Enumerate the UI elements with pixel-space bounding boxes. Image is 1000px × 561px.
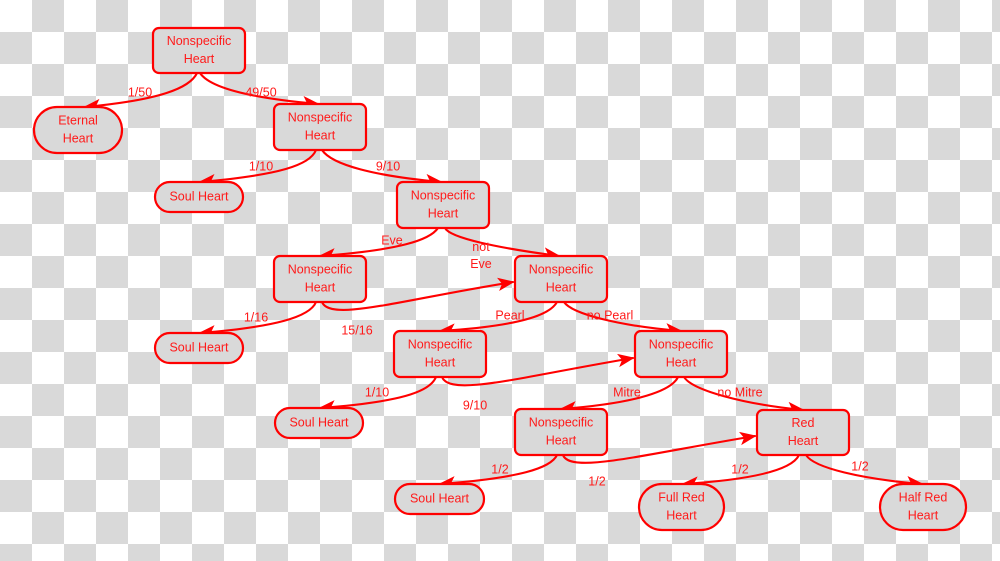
- node-shape-rect: [151, 26, 247, 75]
- edge-n2-to-n3: [198, 148, 318, 188]
- node-shape-stadium: [153, 331, 245, 365]
- edge-label-n2-to-n4: 9/10: [376, 159, 400, 173]
- node-shape-rect: [513, 254, 609, 304]
- edge-n2-to-n4: [320, 148, 443, 188]
- edge-label-n8-to-n9: 9/10: [463, 398, 487, 412]
- edge-label-n12-to-n14: 1/2: [731, 462, 748, 476]
- edge-label-n5-to-n6: 15/16: [341, 323, 372, 337]
- edge-n4-to-n6: [443, 226, 561, 261]
- node-n4[interactable]: NonspecificHeart: [395, 180, 491, 230]
- node-shape-rect: [272, 102, 368, 152]
- node-shape-stadium: [878, 482, 968, 532]
- node-n14[interactable]: Full RedHeart: [637, 482, 726, 532]
- node-shape-stadium: [273, 406, 365, 440]
- diagram-canvas: Nonspecific Heart Eternal Heart Nonspecific H…: [0, 0, 1000, 561]
- edge-n4-to-n5: [318, 226, 440, 262]
- node-n0[interactable]: NonspecificHeart: [151, 26, 247, 75]
- node-n1[interactable]: EternalHeart: [32, 105, 124, 155]
- edge-label-n8-to-n10: 1/10: [365, 385, 389, 399]
- node-n11[interactable]: NonspecificHeart: [513, 407, 609, 457]
- node-shape-rect: [513, 407, 609, 457]
- node-shape-stadium: [637, 482, 726, 532]
- edge-label-n5-to-n7: 1/16: [244, 310, 268, 324]
- edge-n8-to-n10: [318, 375, 438, 414]
- node-shape-rect: [633, 329, 729, 379]
- node-n2[interactable]: NonspecificHeart: [272, 102, 368, 152]
- edge-n0-to-n2: [198, 71, 320, 110]
- node-shape-rect: [755, 408, 851, 457]
- node-shape-rect: [392, 329, 488, 379]
- edge-n9-to-n11: [559, 375, 680, 415]
- node-shape-stadium: [153, 180, 245, 214]
- node-n7[interactable]: Soul Heart: [153, 331, 245, 365]
- edge-label-n11-to-n13: 1/2: [491, 462, 508, 476]
- node-n9[interactable]: NonspecificHeart: [633, 329, 729, 379]
- edge-n9-to-n12: [682, 375, 805, 416]
- node-shape-rect: [395, 180, 491, 230]
- edge-label-n12-to-n15: 1/2: [851, 459, 868, 473]
- edge-n5-to-n7: [198, 300, 318, 339]
- edge-n0-to-n1: [83, 71, 199, 113]
- edge-n6-to-n9: [562, 300, 683, 337]
- edge-label-n2-to-n3: 1/10: [249, 159, 273, 173]
- edge-n11-to-n13: [438, 453, 559, 490]
- decision-tree-diagram: NonspecificHeart EternalHeart NonspecificH…: [32, 26, 968, 532]
- nodes-layer: NonspecificHeart EternalHeart NonspecificH…: [32, 26, 968, 532]
- node-n6[interactable]: NonspecificHeart: [513, 254, 609, 304]
- node-n10[interactable]: Soul Heart: [273, 406, 365, 440]
- node-shape-stadium: [393, 482, 486, 516]
- node-n12[interactable]: RedHeart: [755, 408, 851, 457]
- edge-label-n11-to-n12: 1/2: [588, 474, 605, 488]
- node-n3[interactable]: Soul Heart: [153, 180, 245, 214]
- node-n13[interactable]: Soul Heart: [393, 482, 486, 516]
- edge-n12-to-n14: [681, 453, 801, 490]
- edge-label-n9-to-n11: Mitre: [613, 385, 641, 399]
- node-n8[interactable]: NonspecificHeart: [392, 329, 488, 379]
- node-shape-stadium: [32, 105, 124, 155]
- node-n15[interactable]: Half RedHeart: [878, 482, 968, 532]
- edge-n12-to-n15: [804, 453, 924, 490]
- node-n5[interactable]: NonspecificHeart: [272, 254, 368, 304]
- edge-n6-to-n8: [438, 300, 559, 337]
- node-shape-rect: [272, 254, 368, 304]
